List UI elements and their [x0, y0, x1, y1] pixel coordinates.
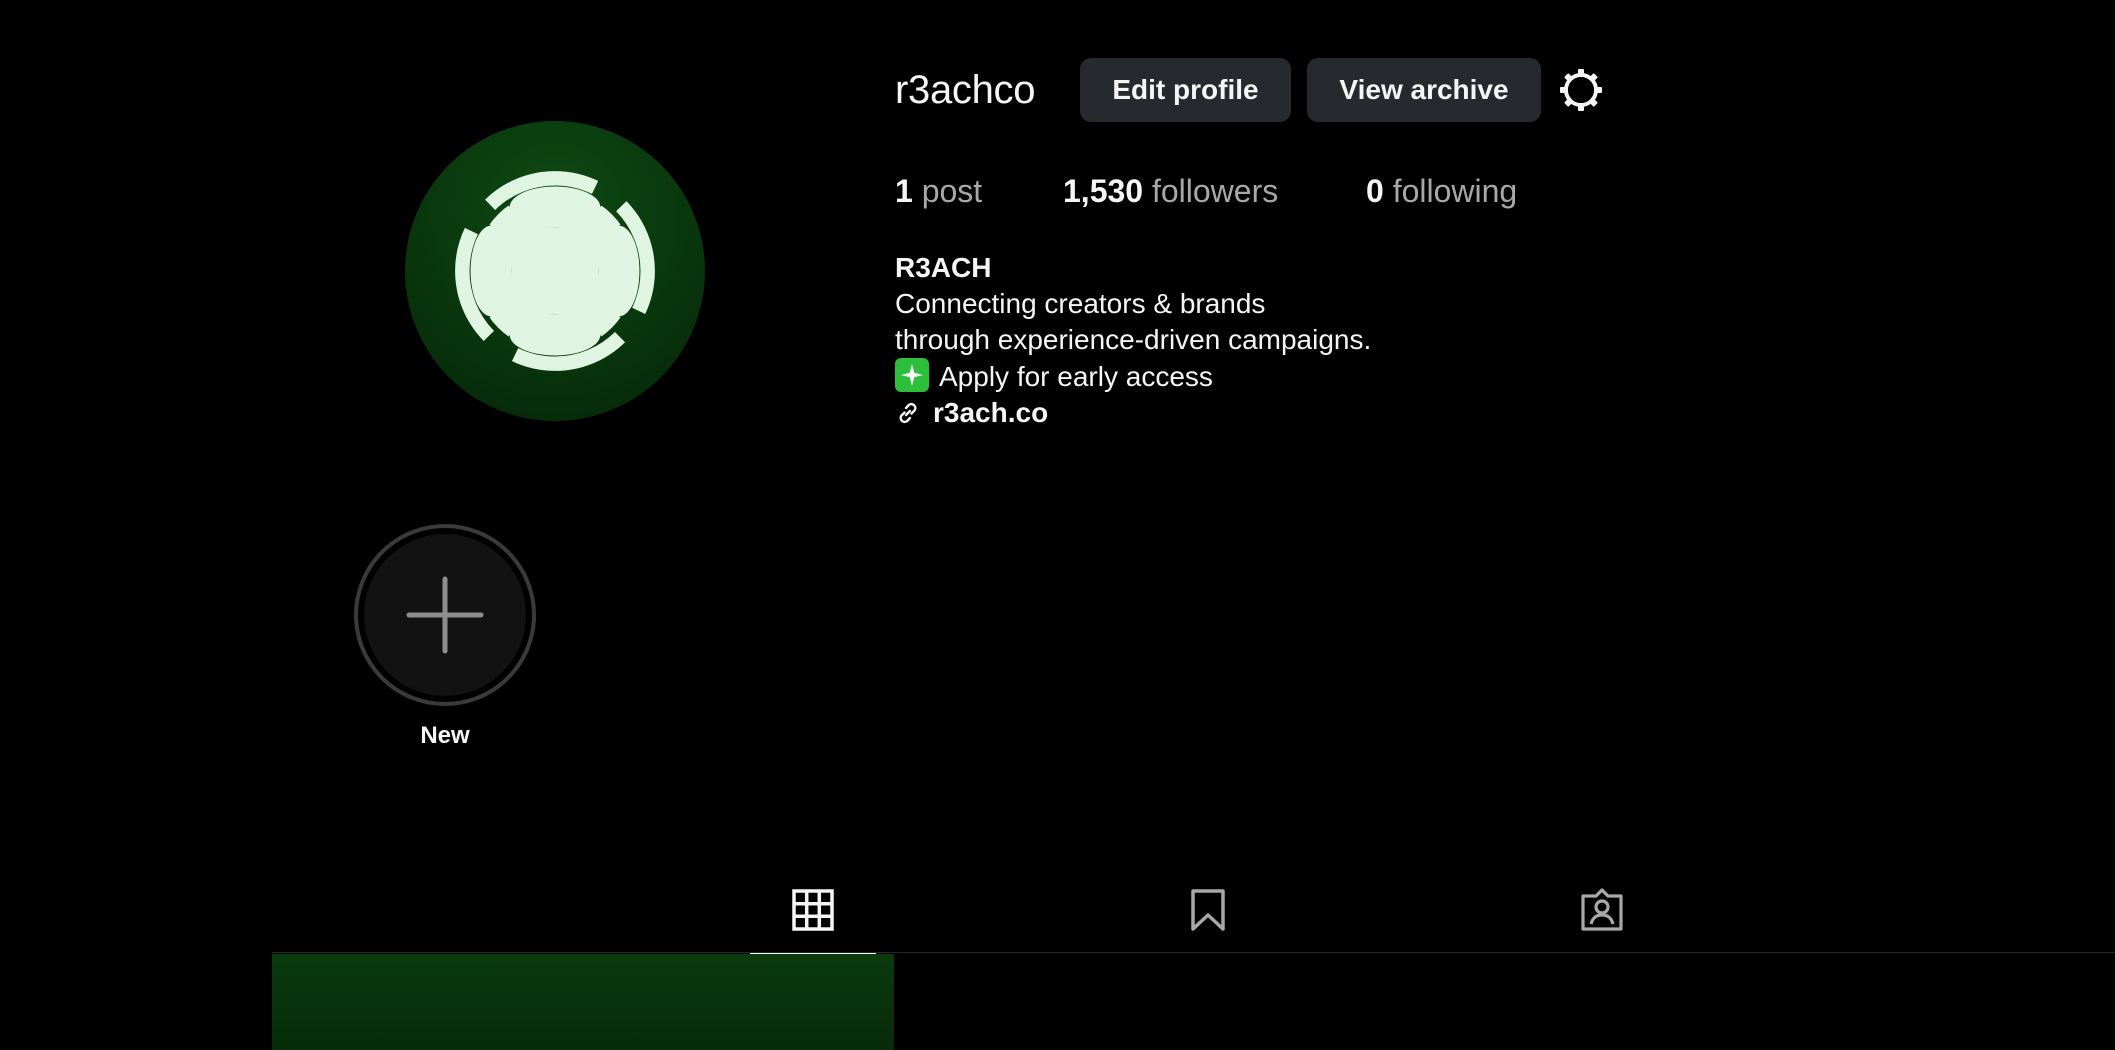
profile-display-name: R3ACH	[895, 252, 992, 283]
edit-profile-button[interactable]: Edit profile	[1080, 58, 1291, 122]
gear-icon[interactable]	[1557, 66, 1605, 114]
post-thumbnail[interactable]	[272, 954, 894, 1050]
tab-tagged[interactable]	[1539, 878, 1665, 954]
following-count-number: 0	[1366, 173, 1384, 209]
posts-count-label: post	[921, 173, 983, 209]
posts-count-number: 1	[895, 173, 913, 209]
followers-count-label: followers	[1151, 173, 1279, 209]
bio-line-3: Apply for early access	[895, 358, 1371, 395]
r3ach-logo-icon	[455, 171, 655, 371]
bio-line-3-text: Apply for early access	[939, 361, 1213, 392]
plus-icon	[406, 576, 484, 654]
grid-icon	[792, 889, 834, 931]
posts-count: 1 post	[895, 170, 982, 212]
new-highlight-label: New	[420, 722, 470, 749]
bio-line-1: Connecting creators & brands	[895, 288, 1266, 319]
tagged-user-icon	[1581, 888, 1623, 931]
new-highlight-circle	[364, 534, 526, 696]
bookmark-icon	[1191, 889, 1225, 931]
sparkle-icon	[895, 358, 929, 392]
profile-username: r3achco	[895, 68, 1036, 112]
view-archive-button[interactable]: View archive	[1307, 58, 1541, 122]
tab-saved[interactable]	[1145, 878, 1271, 954]
new-highlight-button[interactable]	[354, 524, 536, 706]
profile-avatar[interactable]	[405, 121, 705, 421]
followers-count-number: 1,530	[1063, 173, 1144, 209]
bio-link-row[interactable]: r3ach.co	[895, 395, 1371, 431]
tabs-divider	[272, 952, 2115, 953]
link-icon	[899, 402, 917, 424]
bio-line-2: through experience-driven campaigns.	[895, 324, 1372, 355]
profile-bio: R3ACH Connecting creators & brands throu…	[895, 250, 1371, 431]
following-count[interactable]: 0 following	[1366, 170, 1517, 212]
tab-posts[interactable]	[750, 878, 876, 956]
profile-page: r3achco Edit profile View archive 1 post…	[0, 0, 2115, 1050]
followers-count[interactable]: 1,530 followers	[1063, 170, 1278, 212]
bio-link[interactable]: r3ach.co	[933, 395, 1048, 431]
following-count-label: following	[1392, 173, 1518, 209]
